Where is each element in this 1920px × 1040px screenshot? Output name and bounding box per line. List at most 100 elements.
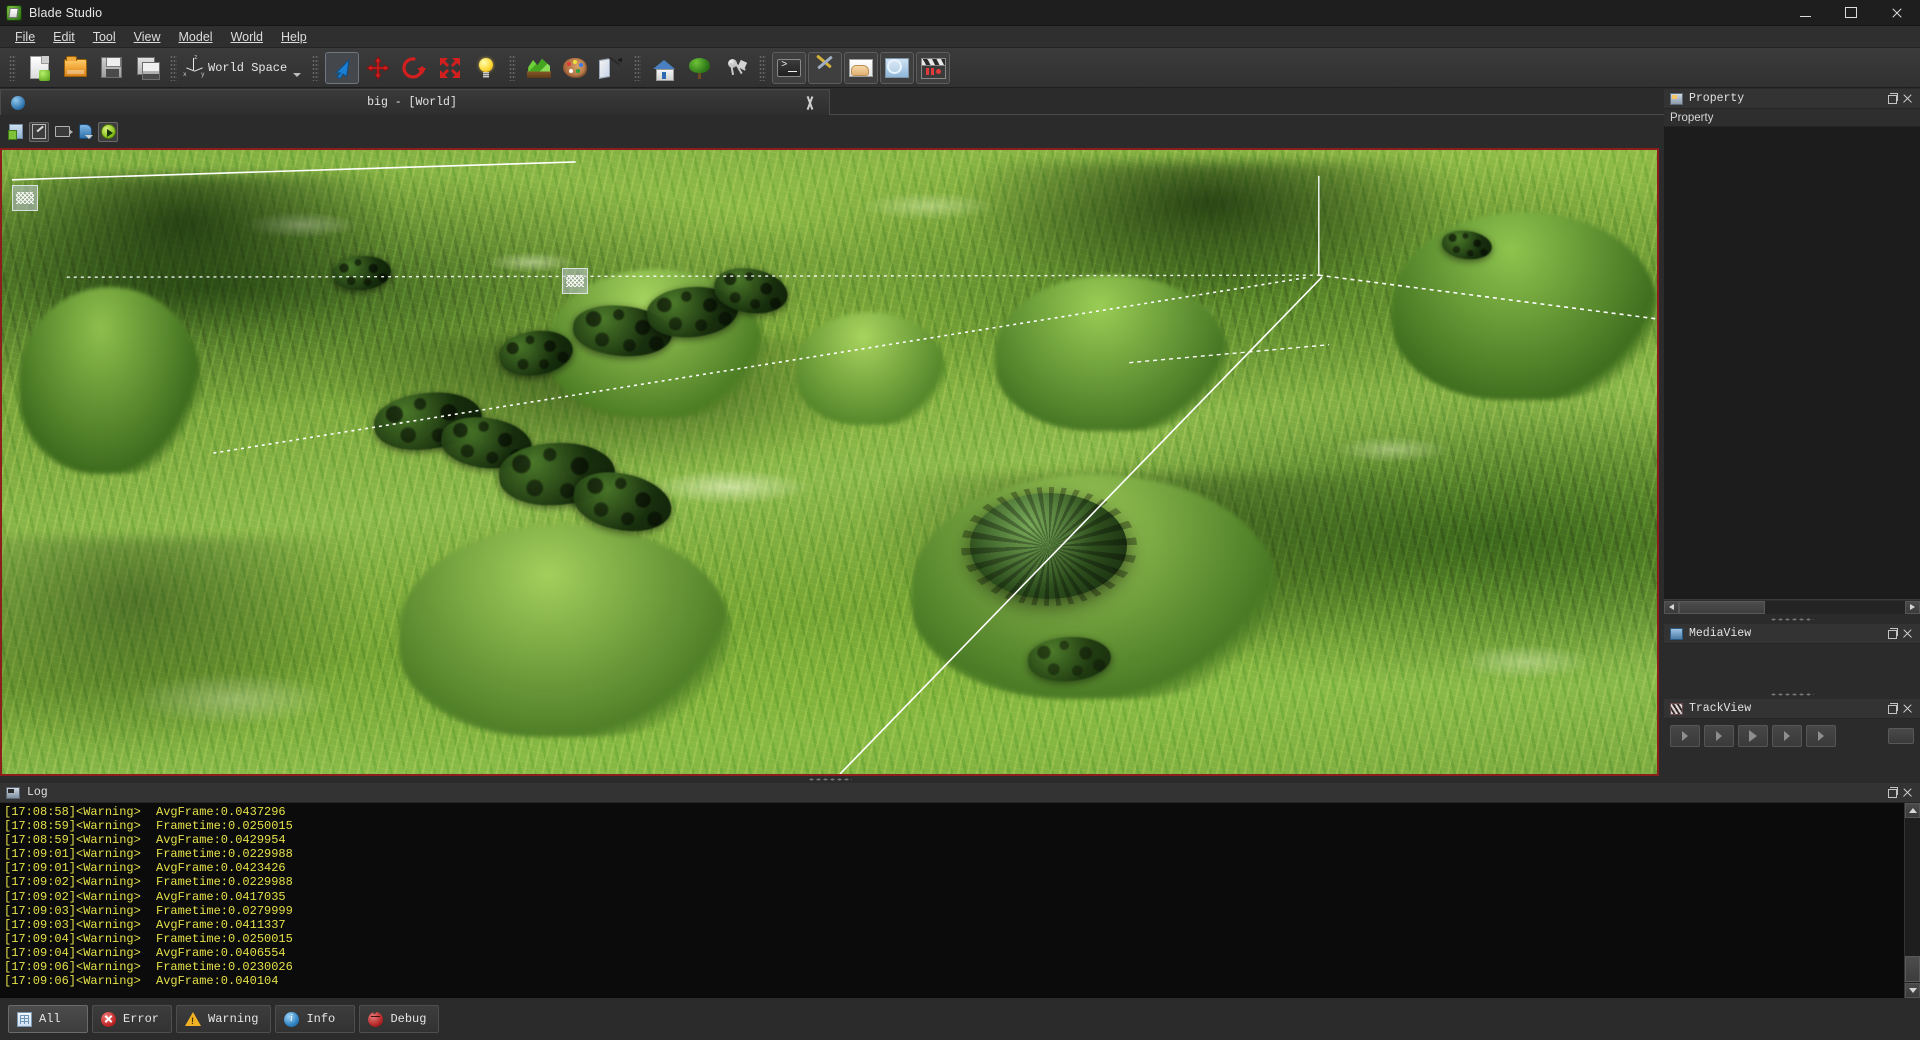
- light-tool-button[interactable]: [469, 52, 503, 84]
- toolbar-grip[interactable]: [312, 54, 320, 81]
- building-button[interactable]: [647, 52, 681, 84]
- rotate-tool-button[interactable]: [397, 52, 431, 84]
- log-panel-header[interactable]: Log: [0, 783, 1920, 803]
- property-panel: Property Property: [1664, 89, 1920, 614]
- trackview-float-button[interactable]: [1886, 702, 1899, 715]
- log-filter-info[interactable]: Info: [275, 1005, 356, 1033]
- menu-item-edit[interactable]: Edit: [44, 28, 84, 46]
- record-button[interactable]: [916, 51, 951, 84]
- open-file-button[interactable]: [58, 52, 92, 84]
- viewport-splitter[interactable]: [0, 776, 1660, 783]
- house-icon: [652, 57, 676, 81]
- menu-item-world[interactable]: World: [222, 28, 272, 46]
- trackview-panel-header[interactable]: TrackView: [1664, 699, 1920, 719]
- toolbar-grip[interactable]: [9, 54, 16, 81]
- menu-item-help[interactable]: Help: [272, 28, 316, 46]
- tools-wrench-screwdriver-icon: [813, 54, 837, 79]
- mediaview-panel-header[interactable]: MediaView: [1664, 624, 1920, 644]
- log-filter-all[interactable]: All: [8, 1005, 88, 1033]
- scroll-left-icon[interactable]: [1664, 600, 1679, 614]
- log-entry: [17:09:06]<Warning> AvgFrame:0.040104: [4, 974, 1920, 988]
- log-output-area[interactable]: [17:08:58]<Warning> AvgFrame:0.0437296 [17…: [0, 803, 1920, 998]
- console-button[interactable]: [772, 51, 807, 84]
- property-close-button[interactable]: [1901, 92, 1914, 105]
- select-tool-button[interactable]: [325, 51, 360, 84]
- property-horizontal-scrollbar[interactable]: [1664, 599, 1920, 614]
- pin-icon[interactable]: [799, 92, 821, 114]
- property-content-area[interactable]: [1664, 127, 1920, 599]
- bug-icon: [368, 1011, 384, 1027]
- scene-gizmo-marker[interactable]: [562, 268, 588, 294]
- settings-button[interactable]: [808, 51, 843, 84]
- texture-paint-button[interactable]: [558, 52, 592, 84]
- brush-paint-button[interactable]: [594, 52, 628, 84]
- menu-item-model[interactable]: Model: [170, 28, 222, 46]
- minimize-button[interactable]: [1782, 0, 1828, 26]
- log-entry-message: Frametime:0.0250015: [156, 819, 293, 834]
- scroll-track[interactable]: [1679, 600, 1905, 614]
- track-goto-end-button[interactable]: [1806, 725, 1836, 747]
- log-entry: [17:08:59]<Warning> AvgFrame:0.0429954: [4, 833, 1920, 847]
- log-vertical-scrollbar[interactable]: [1904, 803, 1920, 998]
- viewport-gizmo-button[interactable]: [29, 121, 49, 142]
- property-panel-header[interactable]: Property: [1664, 89, 1920, 109]
- mediaview-trackview-splitter[interactable]: [1664, 689, 1920, 699]
- close-button[interactable]: [1874, 0, 1920, 26]
- 3d-viewport[interactable]: [0, 148, 1659, 776]
- log-close-button[interactable]: [1901, 786, 1914, 799]
- track-play-button[interactable]: [1738, 725, 1768, 747]
- viewport-layout-button[interactable]: [6, 122, 26, 142]
- menu-item-tool[interactable]: Tool: [84, 28, 125, 46]
- toolbar-grip[interactable]: [634, 54, 642, 81]
- mediaview-close-button[interactable]: [1901, 627, 1914, 640]
- log-float-button[interactable]: [1886, 786, 1899, 799]
- viewport-camera-button[interactable]: [52, 122, 73, 142]
- scroll-up-icon[interactable]: [1905, 803, 1920, 818]
- viewport-play-button[interactable]: [98, 121, 118, 142]
- scroll-thumb[interactable]: [1905, 956, 1920, 982]
- hand-tool-button[interactable]: [844, 51, 879, 84]
- mediaview-float-button[interactable]: [1886, 627, 1899, 640]
- preview-button[interactable]: [880, 51, 915, 84]
- coordinate-space-label[interactable]: World Space: [206, 61, 293, 75]
- scale-diagonal-arrows-icon: [440, 57, 461, 78]
- trackview-close-button[interactable]: [1901, 702, 1914, 715]
- track-rewind-button[interactable]: [1704, 725, 1734, 747]
- scale-tool-button[interactable]: [433, 52, 467, 84]
- mediaview-content-area[interactable]: [1664, 644, 1920, 689]
- toolbar-grip[interactable]: [170, 54, 177, 81]
- save-all-button[interactable]: [130, 52, 164, 84]
- property-float-button[interactable]: [1886, 92, 1899, 105]
- viewport-mode-button[interactable]: [75, 122, 95, 142]
- window-title: Blade Studio: [29, 5, 103, 20]
- log-entry-timestamp: [17:08:58]<Warning>: [4, 805, 141, 819]
- log-filter-debug[interactable]: Debug: [359, 1005, 440, 1033]
- toolbar-grip[interactable]: [759, 54, 767, 81]
- scroll-thumb[interactable]: [1679, 600, 1765, 614]
- log-filter-error[interactable]: Error: [92, 1005, 173, 1033]
- maximize-button[interactable]: [1828, 0, 1874, 26]
- track-goto-start-button[interactable]: [1670, 725, 1700, 747]
- toolbar-grip[interactable]: [509, 54, 517, 81]
- log-entry-message: AvgFrame:0.0429954: [156, 833, 286, 848]
- property-icon: [1670, 92, 1683, 105]
- save-button[interactable]: [94, 52, 128, 84]
- property-mediaview-splitter[interactable]: [1664, 614, 1920, 624]
- new-file-button[interactable]: [22, 52, 56, 84]
- scene-gizmo-marker[interactable]: [12, 185, 38, 211]
- move-tool-button[interactable]: [361, 52, 395, 84]
- track-slider[interactable]: [1888, 728, 1914, 744]
- terrain-edit-button[interactable]: [522, 52, 556, 84]
- track-forward-button[interactable]: [1772, 725, 1802, 747]
- terrain-3d-scene[interactable]: [2, 150, 1657, 774]
- log-filter-warning[interactable]: Warning: [176, 1005, 272, 1033]
- viewport-tab[interactable]: big - [World]: [0, 89, 830, 115]
- log-entry-message: Frametime:0.0250015: [156, 931, 293, 946]
- chevron-down-icon[interactable]: [293, 72, 302, 77]
- effect-button[interactable]: [719, 52, 753, 84]
- menu-item-view[interactable]: View: [125, 28, 170, 46]
- scroll-right-icon[interactable]: [1905, 600, 1920, 614]
- scroll-down-icon[interactable]: [1905, 983, 1920, 998]
- menu-item-file[interactable]: File: [6, 28, 44, 46]
- vegetation-button[interactable]: [683, 52, 717, 84]
